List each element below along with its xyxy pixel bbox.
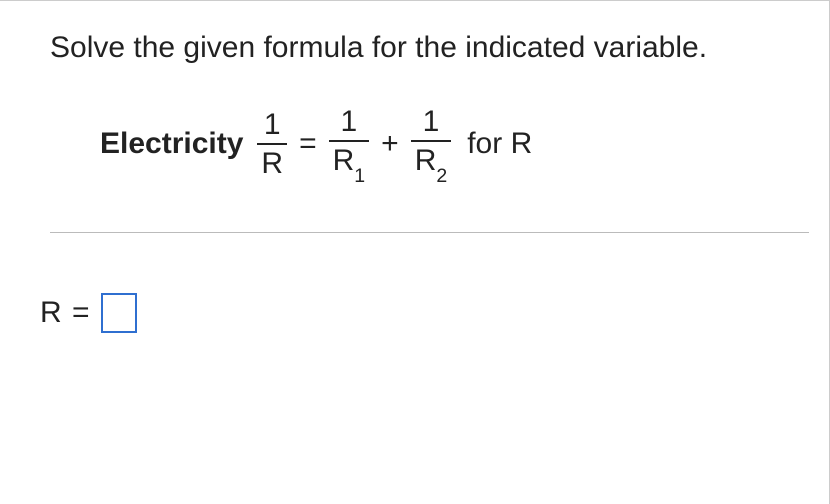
fraction-lhs: 1 R bbox=[257, 108, 287, 180]
fraction-bar bbox=[257, 143, 287, 145]
term1-den-sub: 1 bbox=[354, 165, 365, 187]
instruction-text: Solve the given formula for the indicate… bbox=[50, 31, 809, 65]
solve-for-text: for R bbox=[467, 127, 532, 161]
answer-variable: R bbox=[40, 296, 63, 329]
lhs-denominator: R bbox=[257, 147, 287, 180]
fraction-bar bbox=[329, 140, 370, 142]
term1-numerator: 1 bbox=[337, 105, 362, 138]
fraction-term2: 1 R2 bbox=[411, 105, 452, 182]
answer-input[interactable] bbox=[101, 293, 137, 333]
plus-sign: + bbox=[381, 127, 399, 161]
answer-row: R = bbox=[40, 293, 809, 333]
answer-equals: = bbox=[72, 296, 91, 329]
formula-label: Electricity bbox=[100, 127, 243, 161]
equals-sign: = bbox=[299, 127, 317, 161]
term2-numerator: 1 bbox=[419, 105, 444, 138]
term2-den-base: R bbox=[415, 144, 437, 177]
problem-page: Solve the given formula for the indicate… bbox=[0, 0, 830, 504]
term2-den-sub: 2 bbox=[436, 165, 447, 187]
lhs-numerator: 1 bbox=[260, 108, 285, 141]
fraction-bar bbox=[411, 140, 452, 142]
answer-prefix: R = bbox=[40, 296, 91, 330]
term2-denominator: R2 bbox=[411, 144, 452, 182]
formula-display: Electricity 1 R = 1 R1 + 1 R2 for R bbox=[100, 105, 809, 182]
section-divider bbox=[50, 232, 809, 233]
fraction-term1: 1 R1 bbox=[329, 105, 370, 182]
term1-den-base: R bbox=[333, 144, 355, 177]
term1-denominator: R1 bbox=[329, 144, 370, 182]
